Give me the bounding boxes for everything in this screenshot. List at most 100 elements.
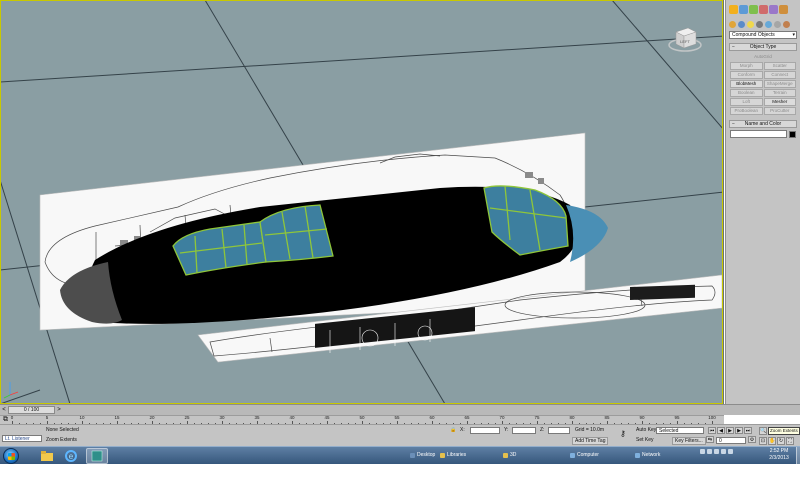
display-tab-icon[interactable] [769,4,778,14]
helpers-icon[interactable] [765,20,772,28]
folder-icon [503,453,508,458]
system-clock[interactable]: 2:52 PM 2/3/2013 [764,448,794,462]
taskbar-item-network[interactable]: Network [635,450,660,461]
ruler-label: 75 [534,415,540,420]
object-button-terrain[interactable]: Terrain [763,89,796,97]
taskbar-item-label: Desktop [417,452,436,458]
auto-key-label[interactable]: Auto Key [636,426,656,434]
shapes-icon[interactable] [738,20,745,28]
object-button-conform[interactable]: Conform [730,71,763,79]
perspective-viewport[interactable]: LEFT [0,0,724,404]
systems-icon[interactable] [783,20,790,28]
pan-icon[interactable]: ✋ [768,437,776,445]
ruler-label: 70 [499,415,505,420]
zoom-icon[interactable]: 🔍 [759,427,767,435]
previous-frame-button[interactable]: < [1,406,7,414]
create-category-bar [726,18,800,30]
go-to-end-button[interactable]: ⏭ [744,427,752,434]
ruler-label: 40 [289,415,295,420]
desktop-icon [410,453,415,458]
taskbar-item-computer[interactable]: Computer [570,450,599,461]
cameras-icon[interactable] [756,20,763,28]
key-mode-dropdown[interactable]: Selected [656,427,704,434]
object-button-morph[interactable]: Morph [730,62,763,70]
explorer-pinned-icon[interactable] [36,448,58,464]
category-dropdown-value: Compound Objects [732,32,775,38]
tray-expand-icon[interactable] [700,449,705,454]
y-coordinate-field[interactable] [512,427,536,434]
3dsmax-taskbar-button[interactable] [86,448,108,464]
object-button-boolean[interactable]: Boolean [730,89,763,97]
taskbar-item-desktop[interactable]: Desktop [410,450,435,461]
time-slider[interactable]: < 0 / 100 > [0,404,800,415]
ruler-label: 80 [569,415,575,420]
collapse-icon: − [732,44,735,50]
orbit-icon[interactable]: ↻ [777,437,785,445]
object-button-loft[interactable]: Loft [730,98,763,106]
current-frame-field[interactable]: 0 [716,437,746,444]
computer-icon [570,453,575,458]
hierarchy-tab-icon[interactable] [749,4,758,14]
modify-tab-icon[interactable] [739,4,748,14]
set-key-label[interactable]: Set Key [636,436,654,444]
ruler-label: 55 [394,415,400,420]
ruler-label: 65 [464,415,470,420]
next-frame-button[interactable]: > [56,406,62,414]
previous-key-button[interactable]: ◀ [717,427,725,434]
mini-curve-editor-icon[interactable]: ⧉ [3,416,8,424]
show-desktop-button[interactable] [796,447,800,464]
utilities-tab-icon[interactable] [779,4,788,14]
object-button-procutter[interactable]: ProCutter [763,107,796,115]
internet-explorer-pinned-icon[interactable]: e [60,448,82,464]
maxscript-listener[interactable]: Lt. Listener [2,435,42,442]
object-name-field[interactable] [730,130,787,138]
play-button[interactable]: ▶ [726,427,734,434]
object-button-mesher[interactable]: Mesher [763,98,796,106]
category-dropdown[interactable]: Compound Objects ▾ [729,31,797,39]
time-configuration-button[interactable]: ⚙ [748,436,756,443]
time-slider-thumb[interactable]: 0 / 100 [8,406,55,414]
taskbar-item-label: 3D [510,452,517,458]
name-and-color-rollout-header[interactable]: − Name and Color [729,120,797,128]
object-color-swatch[interactable] [789,130,796,138]
zoom-extents-icon[interactable]: ⊡ [759,437,767,445]
lock-selection-icon[interactable]: 🔒 [450,426,456,434]
go-to-start-button[interactable]: ⏮ [708,427,716,434]
taskbar-item-3d[interactable]: 3D [503,450,516,461]
geometry-icon[interactable] [729,20,736,28]
object-button-scatter[interactable]: Scatter [763,62,796,70]
scene-canvas[interactable]: LEFT [0,0,724,404]
autogrid-checkbox[interactable]: AutoGrid [730,53,796,61]
key-filters-button[interactable]: Key Filters... [672,437,706,445]
maximize-viewport-icon[interactable]: ⛶ [786,437,794,445]
system-tray [700,449,733,454]
ruler-label: 0 [10,415,14,420]
selection-status: None Selected [46,427,79,433]
taskbar-item-libraries[interactable]: Libraries [440,450,466,461]
z-coordinate-field[interactable] [548,427,570,434]
lights-icon[interactable] [747,20,754,28]
ruler-label: 15 [114,415,120,420]
object-type-rollout-header[interactable]: − Object Type [729,43,797,51]
key-mode-toggle[interactable]: ⇆ [706,436,714,443]
collapse-icon: − [732,121,735,127]
object-button-shapemerge[interactable]: ShapeMerge [763,80,796,88]
power-icon[interactable] [728,449,733,454]
object-button-blobmesh[interactable]: BlobMesh [730,80,763,88]
motion-tab-icon[interactable] [759,4,768,14]
start-button[interactable] [3,448,19,464]
add-time-tag-button[interactable]: Add Time Tag [572,437,609,445]
x-coordinate-field[interactable] [470,427,500,434]
flag-icon[interactable] [707,449,712,454]
volume-icon[interactable] [721,449,726,454]
create-tab-icon[interactable] [729,4,738,14]
track-bar[interactable]: ⧉ 0 5 10 15 20 25 30 35 40 45 50 55 60 65 70 75 80 85 90 95… [0,415,724,425]
object-button-connect[interactable]: Connect [763,71,796,79]
next-key-button[interactable]: ▶ [735,427,743,434]
ruler-label: 85 [604,415,610,420]
key-icon[interactable]: ⚷ [620,430,626,438]
spacewarps-icon[interactable] [774,20,781,28]
z-label: Z: [540,427,545,433]
object-button-proboolean[interactable]: ProBoolean [730,107,763,115]
network-status-icon[interactable] [714,449,719,454]
